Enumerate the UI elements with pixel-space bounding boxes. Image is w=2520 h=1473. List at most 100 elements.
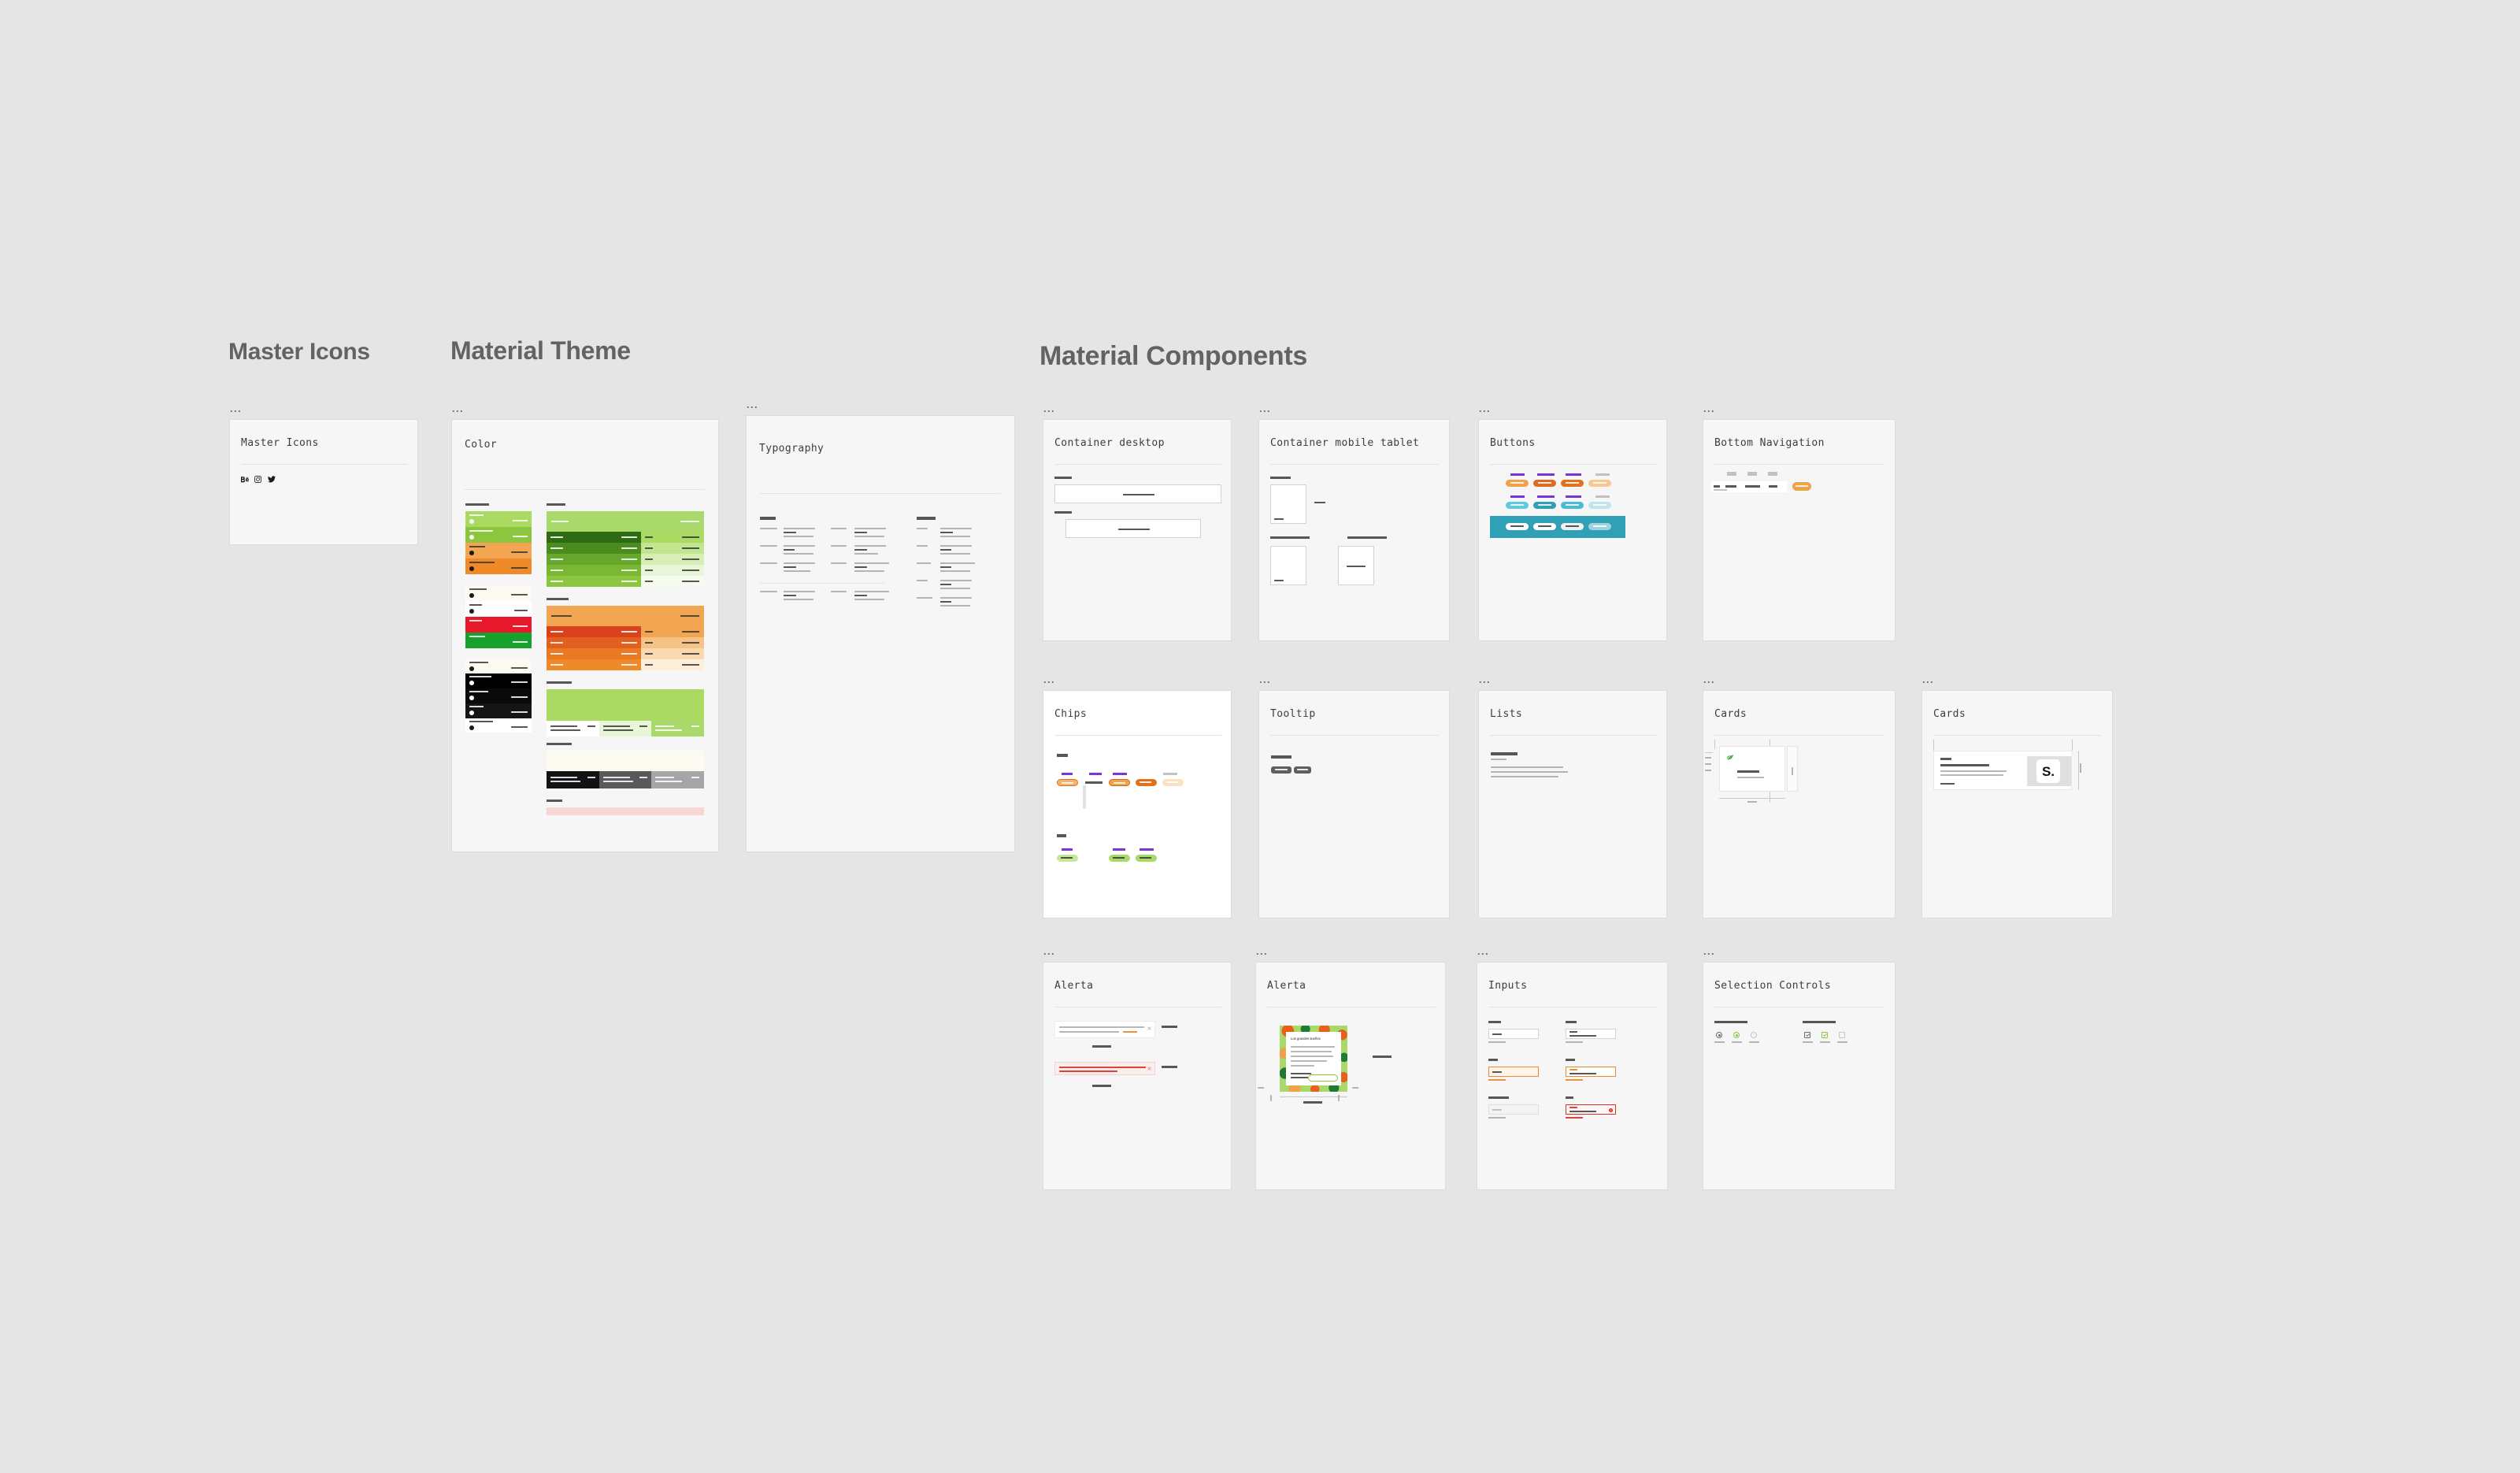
button-white-pressed[interactable] xyxy=(1561,523,1584,530)
frame-typography[interactable]: ... Typography xyxy=(746,399,1015,852)
on-surface-row[interactable] xyxy=(547,771,704,788)
frame-chips[interactable]: ... Chips xyxy=(1043,674,1232,918)
frame-cards-1[interactable]: ... Cards xyxy=(1703,674,1896,918)
chip-default[interactable] xyxy=(1057,779,1078,786)
behance-icon[interactable] xyxy=(241,477,249,483)
chip-tag-default[interactable] xyxy=(1057,855,1078,862)
button-orange-default[interactable] xyxy=(1506,480,1529,487)
swatch-on-surface-black-2[interactable] xyxy=(465,688,532,703)
nav-icon-inicio[interactable] xyxy=(1727,472,1736,476)
checkbox-unselected[interactable] xyxy=(1839,1032,1845,1038)
container-block-desktop[interactable] xyxy=(1054,484,1221,503)
card-side-panel[interactable] xyxy=(1787,746,1798,792)
frame-alerts-2[interactable]: ... Alerta Los grandes sueños xyxy=(1255,946,1446,1190)
swatch-on-surface-black-1[interactable] xyxy=(465,673,532,688)
swatch-primary[interactable] xyxy=(465,527,532,543)
button-orange-hover[interactable] xyxy=(1533,480,1556,487)
on-surface-ramp[interactable] xyxy=(547,751,704,771)
swatch-error-dark[interactable] xyxy=(465,633,532,648)
chip-hover[interactable] xyxy=(1109,779,1130,786)
frame-color[interactable]: ... Color xyxy=(451,403,719,852)
secondary-ramp-row-2[interactable] xyxy=(547,637,704,648)
on-primary-ramp[interactable] xyxy=(547,689,704,721)
input-field-default[interactable] xyxy=(1488,1029,1539,1039)
chip-drag-handle[interactable] xyxy=(1083,785,1086,809)
swatch-secondary-light[interactable] xyxy=(465,543,532,558)
frame-alerts-1[interactable]: ... Alerta xyxy=(1043,946,1232,1190)
frame-tooltip[interactable]: ... Tooltip xyxy=(1258,674,1450,918)
button-orange-pressed[interactable] xyxy=(1561,480,1584,487)
swatch-surface[interactable] xyxy=(465,585,532,601)
frame-buttons[interactable]: ... Buttons xyxy=(1478,403,1667,641)
nav-icon-blog[interactable] xyxy=(1768,472,1777,476)
tooltip-chip-2[interactable] xyxy=(1294,766,1311,774)
swatch-error[interactable] xyxy=(465,617,532,633)
radio-unselected[interactable] xyxy=(1751,1032,1757,1038)
input-field-focus[interactable] xyxy=(1488,1067,1539,1077)
chip-selected[interactable] xyxy=(1136,779,1157,786)
button-white-default[interactable] xyxy=(1506,523,1529,530)
swatch-on-surface-white[interactable] xyxy=(465,718,532,733)
swatch-secondary[interactable] xyxy=(465,558,532,574)
instagram-icon[interactable] xyxy=(254,476,261,483)
nav-icon-programa[interactable] xyxy=(1747,472,1757,476)
alerts-ramp[interactable] xyxy=(547,807,704,815)
card-surface[interactable] xyxy=(1719,746,1785,792)
radio-active[interactable] xyxy=(1733,1032,1740,1038)
frame-cards-2[interactable]: ... Cards S. xyxy=(1922,674,2113,918)
checkbox-active[interactable] xyxy=(1821,1032,1828,1038)
input-field-filled-default[interactable] xyxy=(1566,1029,1616,1039)
radio-selected[interactable] xyxy=(1716,1032,1722,1038)
chip-tag-selected[interactable] xyxy=(1136,855,1157,862)
frame-master-icons[interactable]: ... Master Icons xyxy=(229,403,418,545)
button-cyan-default[interactable] xyxy=(1506,502,1529,509)
frame-inputs[interactable]: ... Inputs xyxy=(1477,946,1668,1190)
list-item[interactable] xyxy=(1491,776,1558,777)
button-white-hover[interactable] xyxy=(1533,523,1556,530)
primary-ramp-row-3[interactable] xyxy=(547,554,704,565)
button-cyan-hover[interactable] xyxy=(1533,502,1556,509)
container-block-mobile[interactable] xyxy=(1270,484,1306,524)
alert-caption xyxy=(1092,1045,1111,1048)
swatch-primary-light[interactable] xyxy=(465,511,532,527)
close-icon[interactable] xyxy=(1147,1026,1151,1030)
container-block-tablet-1[interactable] xyxy=(1270,546,1306,585)
nav-fab-button[interactable] xyxy=(1792,482,1811,491)
container-block-wide[interactable] xyxy=(1065,519,1201,538)
primary-ramp-row-4[interactable] xyxy=(547,565,704,576)
card-surface-wide[interactable]: S. xyxy=(1933,751,2072,790)
nav-label-inicio[interactable] xyxy=(1725,485,1736,488)
frame-bottom-navigation[interactable]: ... Bottom Navigation xyxy=(1703,403,1896,641)
alert-info-banner[interactable] xyxy=(1054,1021,1155,1038)
primary-ramp-row-1[interactable] xyxy=(547,532,704,543)
frame-lists[interactable]: ... Lists xyxy=(1478,674,1667,918)
frame-container-mobile-tablet[interactable]: ... Container mobile tablet xyxy=(1258,403,1450,641)
swatch-background[interactable] xyxy=(465,601,532,617)
list-item[interactable] xyxy=(1491,766,1563,768)
button-cyan-pressed[interactable] xyxy=(1561,502,1584,509)
input-field-error[interactable] xyxy=(1566,1104,1616,1115)
frame-container-desktop[interactable]: ... Container desktop xyxy=(1043,403,1232,641)
secondary-ramp-row-1[interactable] xyxy=(547,626,704,637)
checkbox-selected[interactable] xyxy=(1804,1032,1810,1038)
on-primary-row[interactable] xyxy=(547,721,704,736)
swatch-on-surface-black-3[interactable] xyxy=(465,703,532,718)
nav-label-programa[interactable] xyxy=(1745,485,1760,488)
tooltip-chip-1[interactable] xyxy=(1271,766,1292,774)
container-block-tablet-2[interactable] xyxy=(1338,546,1374,585)
close-icon[interactable] xyxy=(1147,1067,1151,1070)
chip-tag-hover[interactable] xyxy=(1109,855,1130,862)
input-field-filled-focus[interactable] xyxy=(1566,1067,1616,1077)
primary-ramp-row-2[interactable] xyxy=(547,543,704,554)
secondary-ramp-row-3[interactable] xyxy=(547,648,704,659)
nav-label-blog[interactable] xyxy=(1769,485,1777,488)
twitter-icon[interactable] xyxy=(268,476,276,483)
secondary-ramp-row-4[interactable] xyxy=(547,659,704,670)
alert-modal-cta-button[interactable] xyxy=(1308,1074,1338,1082)
primary-ramp-row-5[interactable] xyxy=(547,576,704,587)
list-item[interactable] xyxy=(1491,771,1568,773)
alert-error-banner[interactable] xyxy=(1054,1062,1155,1075)
swatch-on-surface-pale[interactable] xyxy=(465,659,532,673)
frame-selection-controls[interactable]: ... Selection Controls xyxy=(1703,946,1896,1190)
alert-modal-dialog[interactable]: Los grandes sueños xyxy=(1280,1026,1347,1092)
